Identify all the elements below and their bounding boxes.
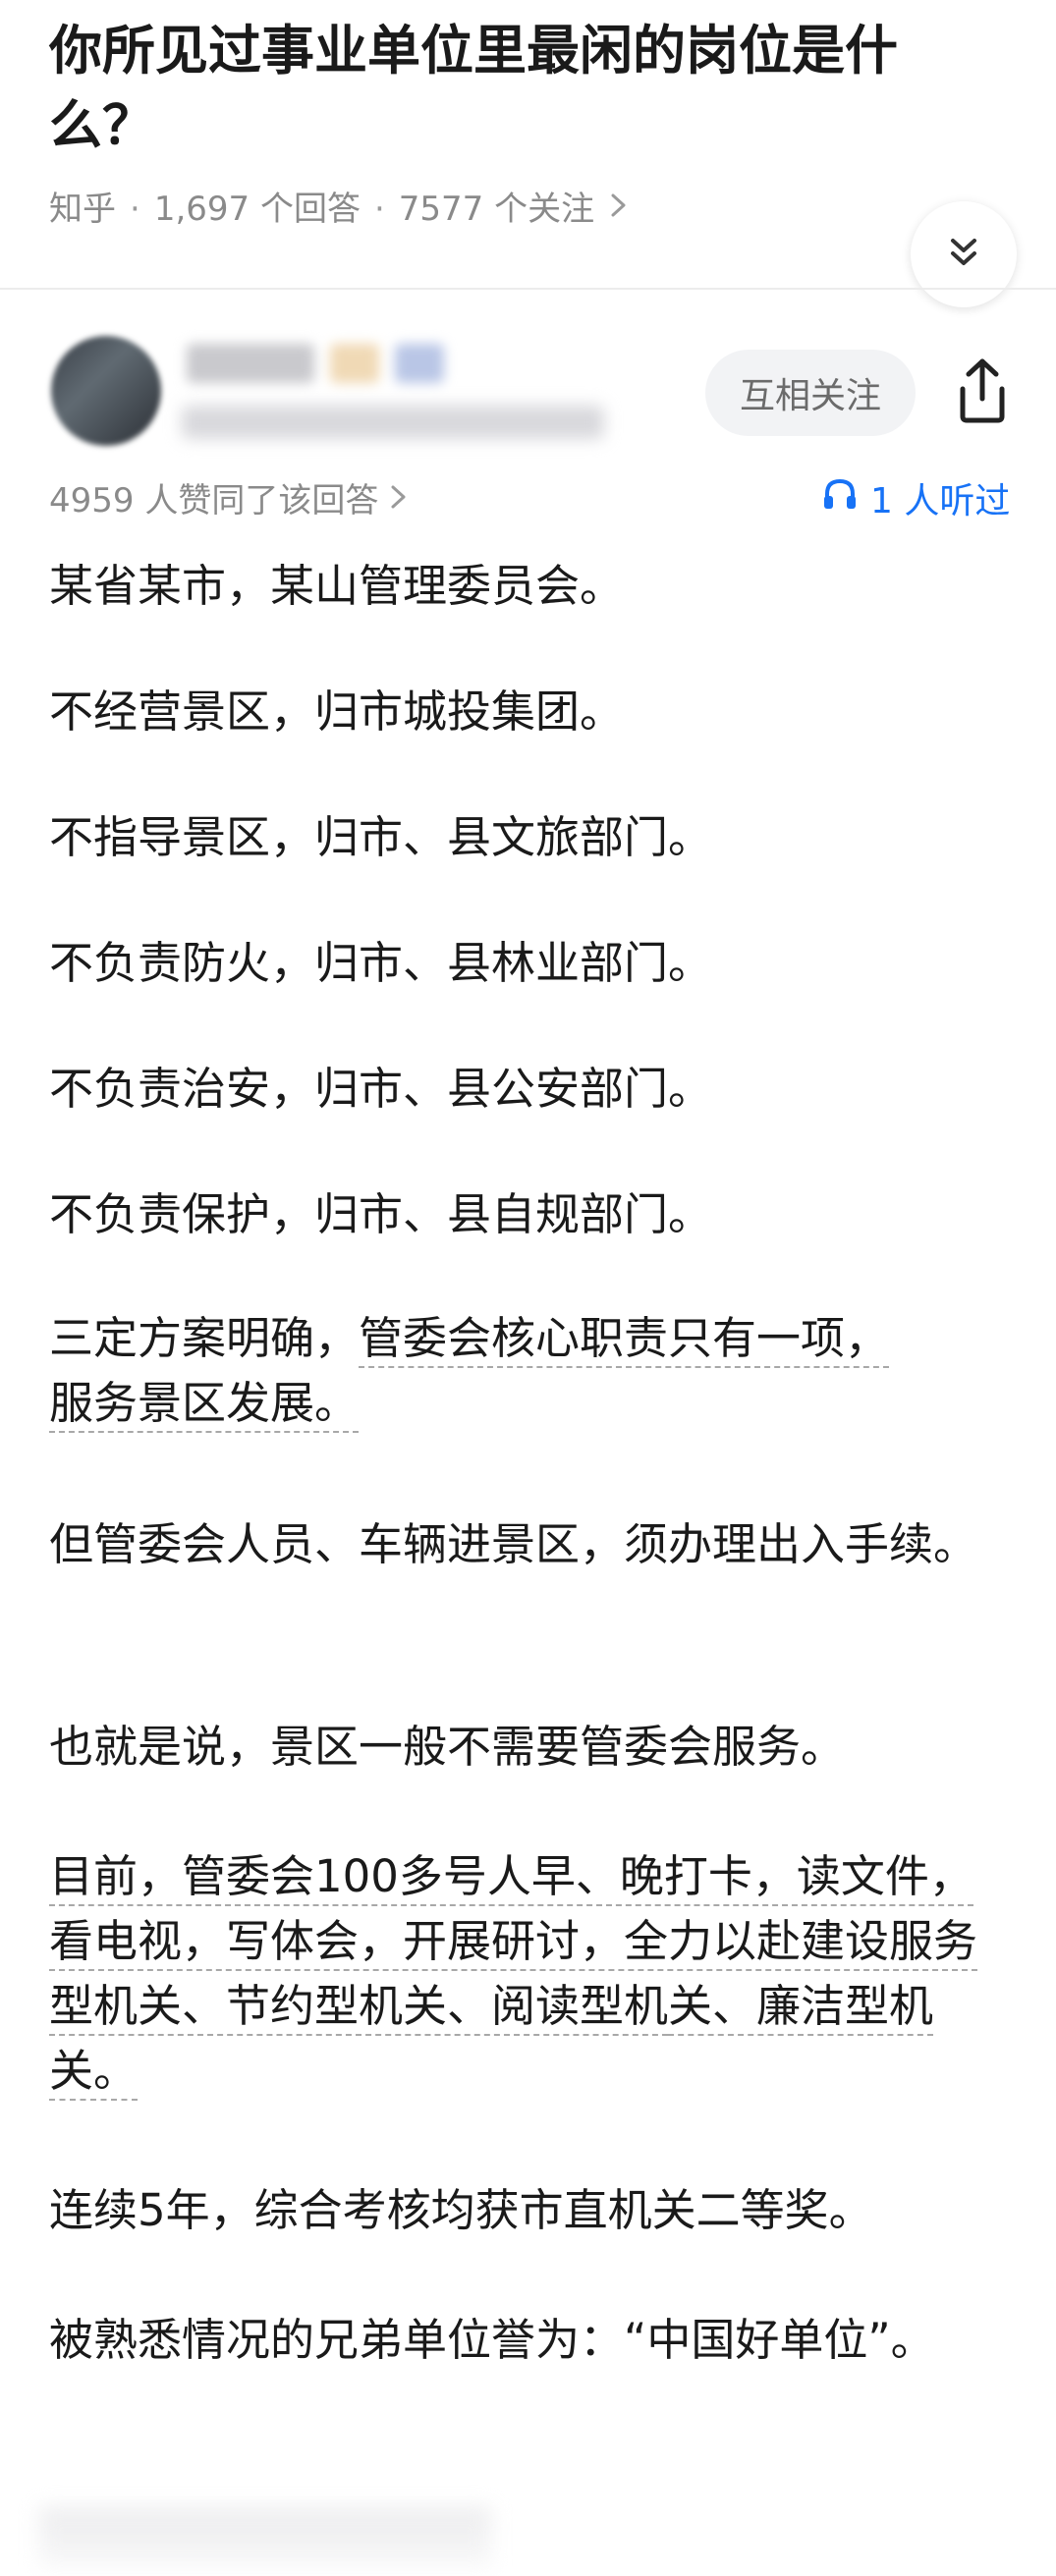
- answer-paragraph: 不经营景区，归市城投集团。: [49, 685, 625, 738]
- vote-count[interactable]: 4959 人赞同了该回答: [49, 475, 410, 526]
- author-name[interactable]: [187, 344, 444, 383]
- chevron-right-icon: [388, 475, 410, 526]
- chevron-right-icon: [608, 185, 630, 234]
- follower-count: 7577 个关注: [398, 190, 595, 229]
- question-meta[interactable]: 知乎 · 1,697 个回答 · 7577 个关注: [49, 185, 630, 234]
- answer-paragraph: 不负责治安，归市、县公安部门。: [49, 1063, 713, 1115]
- answer-paragraph: 三定方案明确，管委会核心职责只有一项， 服务景区发展。: [49, 1306, 1012, 1436]
- source-label: 知乎: [49, 190, 116, 229]
- collapse-button[interactable]: [911, 201, 1017, 307]
- header-divider: [0, 288, 1056, 290]
- answer-paragraph: 但管委会人员、车辆进景区，须办理出入手续。: [49, 1518, 978, 1570]
- share-icon[interactable]: [951, 356, 1014, 426]
- listen-count[interactable]: 1 人听过: [821, 475, 1010, 527]
- collapse-chevron-icon: [944, 233, 983, 276]
- answer-count: 1,697 个回答: [153, 190, 361, 229]
- answer-paragraph: 目前，管委会100多号人早、晚打卡，读文件，看电视，写体会，开展研讨，全力以赴建…: [49, 1844, 1012, 2104]
- answer-paragraph: 不指导景区，归市、县文旅部门。: [49, 811, 713, 863]
- question-title[interactable]: 你所见过事业单位里最闲的岗位是什么？: [49, 14, 963, 163]
- mutual-follow-button[interactable]: 互相关注: [705, 350, 916, 436]
- answer-paragraph: 被熟悉情况的兄弟单位誉为：“中国好单位”。: [49, 2314, 935, 2366]
- answer-paragraph: 连续5年，综合考核均获市直机关二等奖。: [49, 2184, 873, 2236]
- answer-paragraph: 也就是说，景区一般不需要管委会服务。: [49, 1721, 846, 1773]
- answer-page: 你所见过事业单位里最闲的岗位是什么？ 知乎 · 1,697 个回答 · 7577…: [0, 0, 1056, 2576]
- highlight-link[interactable]: 管委会核心职责只有一项，: [359, 1312, 890, 1368]
- headphone-icon: [821, 475, 859, 527]
- avatar[interactable]: [51, 336, 161, 446]
- next-section-fade: [39, 2507, 491, 2566]
- highlight-link[interactable]: 服务景区发展。: [49, 1377, 360, 1433]
- author-bio: [182, 406, 604, 439]
- answer-paragraph: 某省某市，某山管理委员会。: [49, 560, 625, 612]
- answer-paragraph: 不负责防火，归市、县林业部门。: [49, 937, 713, 989]
- answer-paragraph: 不负责保护，归市、县自规部门。: [49, 1188, 713, 1240]
